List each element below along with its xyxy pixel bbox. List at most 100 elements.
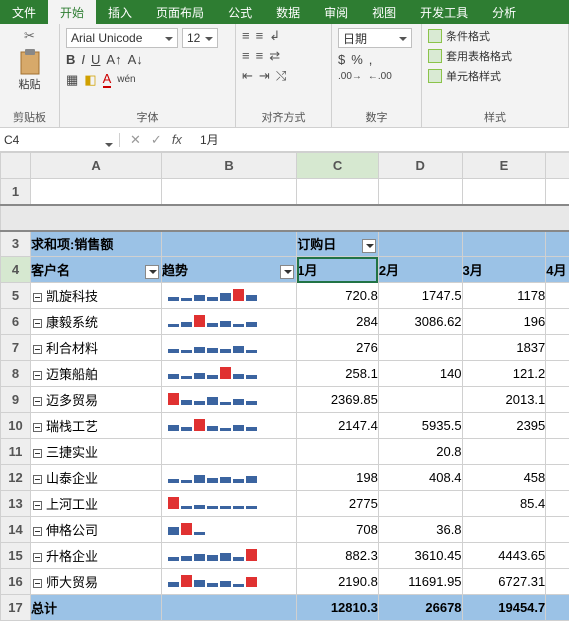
conditional-format-button[interactable]: 条件格式 [428,28,562,44]
pivot-date-group[interactable]: 订购日 [297,231,379,257]
header-customer[interactable]: 客户名 [31,257,162,283]
value-cell[interactable]: 2013.1 [462,387,546,413]
value-cell[interactable]: 24 [546,543,569,569]
row-header-7[interactable]: 7 [1,335,31,361]
align-left-button[interactable]: ≡ [242,48,250,64]
collapse-icon[interactable] [33,371,42,380]
row-header-1[interactable]: 1 [1,179,31,205]
customer-cell[interactable]: 利合材料 [31,335,162,361]
filter-icon[interactable] [280,265,294,279]
value-cell[interactable]: 1837 [462,335,546,361]
value-cell[interactable]: 284 [297,309,379,335]
currency-button[interactable]: $ [338,52,345,67]
decrease-font-button[interactable]: A↓ [128,52,143,67]
tab-insert[interactable]: 插入 [96,0,144,24]
header-m4[interactable]: 4月 [546,257,569,283]
phonetic-button[interactable]: wén [117,74,135,85]
col-header-f[interactable]: F [546,153,569,179]
font-size-select[interactable]: 12 [182,28,218,48]
comma-button[interactable]: , [369,52,373,67]
value-cell[interactable]: 140 [378,361,462,387]
worksheet[interactable]: A B C D E F 1 3 求和项:销售额 订购日 4 客户名 趋势 1月 … [0,152,569,621]
row-header-5[interactable]: 5 [1,283,31,309]
customer-cell[interactable]: 迈多贸易 [31,387,162,413]
value-cell[interactable] [297,439,379,465]
increase-decimal-button[interactable]: .00→ [338,71,362,82]
tab-home[interactable]: 开始 [48,0,96,24]
increase-font-button[interactable]: A↑ [106,52,121,67]
font-color-button[interactable]: A [103,71,112,88]
value-cell[interactable]: 5935.5 [378,413,462,439]
underline-button[interactable]: U [91,52,100,67]
collapse-icon[interactable] [33,475,42,484]
customer-cell[interactable]: 迈策船舶 [31,361,162,387]
value-cell[interactable]: 2 [546,491,569,517]
customer-cell[interactable]: 凯旋科技 [31,283,162,309]
col-header-b[interactable]: B [162,153,297,179]
indent-dec-button[interactable]: ⇤ [242,68,253,84]
collapse-icon[interactable] [33,449,42,458]
select-all-corner[interactable] [1,153,31,179]
tab-dev[interactable]: 开发工具 [408,0,480,24]
wrap-button[interactable]: ↲ [269,28,280,44]
value-cell[interactable]: 2775 [297,491,379,517]
indent-inc-button[interactable]: ⇥ [259,68,270,84]
filter-icon[interactable] [145,265,159,279]
collapse-icon[interactable] [33,397,42,406]
customer-cell[interactable]: 瑞栈工艺 [31,413,162,439]
value-cell[interactable] [546,517,569,543]
borders-button[interactable]: ▦ [66,72,78,88]
header-trend[interactable]: 趋势 [162,257,297,283]
orientation-button[interactable]: ⤭ [276,68,286,84]
collapse-icon[interactable] [33,345,42,354]
row-header-10[interactable]: 10 [1,413,31,439]
align-top-button[interactable]: ≡ [242,28,250,44]
value-cell[interactable]: 720 [546,569,569,595]
value-cell[interactable]: 36.8 [378,517,462,543]
merge-button[interactable]: ⇄ [269,48,280,64]
value-cell[interactable] [546,439,569,465]
collapse-icon[interactable] [33,579,42,588]
value-cell[interactable]: 2190.8 [297,569,379,595]
fill-color-button[interactable]: ◧ [84,72,96,88]
value-cell[interactable] [378,491,462,517]
customer-cell[interactable]: 上河工业 [31,491,162,517]
format-as-table-button[interactable]: 套用表格格式 [428,48,562,64]
tab-review[interactable]: 审阅 [312,0,360,24]
name-box[interactable]: C4 [0,133,120,147]
header-m3[interactable]: 3月 [462,257,546,283]
bold-button[interactable]: B [66,52,75,67]
customer-cell[interactable]: 康毅系统 [31,309,162,335]
header-m1[interactable]: 1月 [297,257,379,283]
value-cell[interactable]: 11691.95 [378,569,462,595]
value-cell[interactable]: 121.2 [462,361,546,387]
value-cell[interactable]: 1747.5 [378,283,462,309]
value-cell[interactable]: 882.3 [297,543,379,569]
tab-file[interactable]: 文件 [0,0,48,24]
row-header-14[interactable]: 14 [1,517,31,543]
value-cell[interactable]: 2147.4 [297,413,379,439]
row-header-8[interactable]: 8 [1,361,31,387]
number-format-select[interactable]: 日期 [338,28,412,48]
value-cell[interactable]: 188 [546,413,569,439]
value-cell[interactable] [378,387,462,413]
value-cell[interactable]: 4443.65 [462,543,546,569]
value-cell[interactable]: 458 [462,465,546,491]
value-cell[interactable] [462,439,546,465]
value-cell[interactable]: 2395 [462,413,546,439]
value-cell[interactable] [546,309,569,335]
align-middle-button[interactable]: ≡ [256,28,264,44]
value-cell[interactable]: 2369.85 [297,387,379,413]
decrease-decimal-button[interactable]: ←.00 [368,71,392,82]
value-cell[interactable]: 3610.45 [378,543,462,569]
fx-icon[interactable]: fx [172,132,182,147]
row-header-13[interactable]: 13 [1,491,31,517]
header-m2[interactable]: 2月 [378,257,462,283]
row-header-12[interactable]: 12 [1,465,31,491]
value-cell[interactable] [546,465,569,491]
value-cell[interactable] [546,387,569,413]
col-header-e[interactable]: E [462,153,546,179]
tab-layout[interactable]: 页面布局 [144,0,216,24]
paste-button[interactable]: 粘贴 [18,48,42,92]
value-cell[interactable]: 1178 [462,283,546,309]
